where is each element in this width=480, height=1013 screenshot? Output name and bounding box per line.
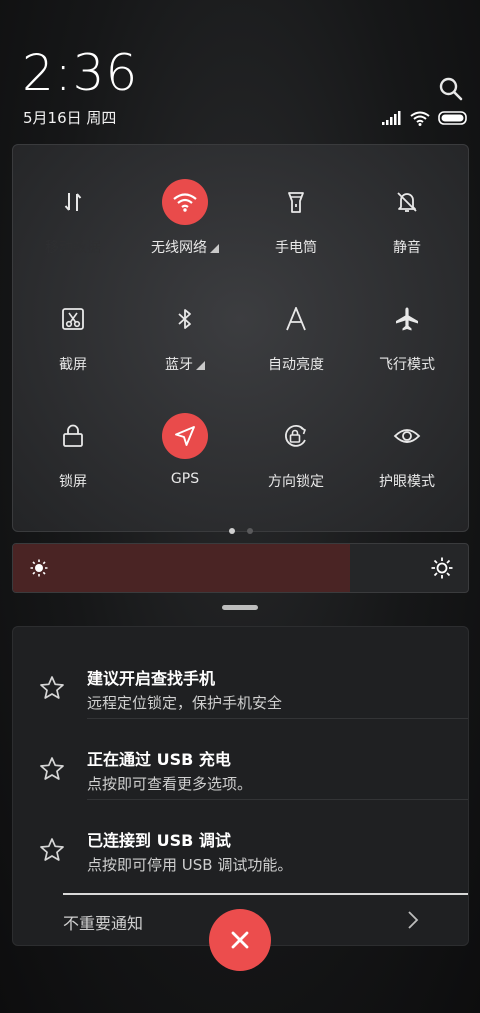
tile-label: 飞行模式 bbox=[379, 357, 435, 373]
wifi-icon bbox=[162, 179, 208, 225]
auto-brightness-icon bbox=[273, 296, 319, 342]
notification-title: 正在通过 USB 充电 bbox=[87, 750, 231, 769]
tile-wifi[interactable]: 无线网络 bbox=[130, 179, 240, 279]
page-dot bbox=[246, 528, 253, 534]
star-icon bbox=[40, 676, 64, 699]
notification-subtitle: 点按即可停用 USB 调试功能。 bbox=[87, 856, 293, 874]
signal-icon bbox=[382, 111, 401, 125]
flashlight-icon bbox=[273, 179, 319, 225]
notification-item[interactable]: 建议开启查找手机 远程定位锁定，保护手机安全 bbox=[13, 637, 468, 717]
tile-label: 自动亮度 bbox=[268, 357, 324, 373]
tile-rotation-lock[interactable]: 方向锁定 bbox=[241, 413, 351, 513]
screenshot-icon bbox=[50, 296, 96, 342]
close-icon bbox=[231, 931, 249, 949]
clock: 2:36 bbox=[22, 44, 139, 102]
search-button[interactable] bbox=[438, 76, 464, 102]
gps-icon bbox=[162, 413, 208, 459]
drag-handle[interactable] bbox=[222, 605, 258, 610]
brightness-low-icon bbox=[30, 559, 48, 577]
status-icons bbox=[382, 109, 468, 127]
notification-subtitle: 远程定位锁定，保护手机安全 bbox=[87, 694, 283, 712]
tile-label: 移动数据 bbox=[45, 240, 101, 256]
tile-label: GPS bbox=[170, 471, 200, 487]
tile-eye-care[interactable]: 护眼模式 bbox=[352, 413, 462, 513]
chevron-right-icon bbox=[408, 911, 419, 929]
lock-icon bbox=[50, 413, 96, 459]
notification-title: 建议开启查找手机 bbox=[87, 669, 216, 688]
date-label: 5月16日 周四 bbox=[23, 109, 117, 127]
star-icon bbox=[40, 838, 64, 861]
brightness-high-icon bbox=[431, 557, 453, 579]
brightness-fill bbox=[13, 544, 350, 592]
tile-label: 锁屏 bbox=[59, 474, 87, 490]
tile-gps[interactable]: GPS bbox=[130, 413, 240, 513]
rotation-lock-icon bbox=[273, 413, 319, 459]
tile-screenshot[interactable]: 截屏 bbox=[18, 296, 128, 396]
tile-label: 截屏 bbox=[59, 357, 87, 373]
page-indicator bbox=[13, 519, 468, 538]
tile-bluetooth[interactable]: 蓝牙 bbox=[130, 296, 240, 396]
star-icon bbox=[40, 757, 64, 780]
notification-title: 已连接到 USB 调试 bbox=[87, 831, 231, 850]
wifi-status-icon bbox=[410, 111, 430, 126]
footer-divider bbox=[63, 893, 468, 895]
tile-mobile-data[interactable]: 移动数据 bbox=[18, 179, 128, 279]
tile-lock-screen[interactable]: 锁屏 bbox=[18, 413, 128, 513]
notification-item[interactable]: 正在通过 USB 充电 点按即可查看更多选项。 bbox=[13, 718, 468, 798]
bluetooth-icon bbox=[162, 296, 208, 342]
tile-label: 静音 bbox=[393, 240, 421, 256]
airplane-icon bbox=[384, 296, 430, 342]
brightness-slider[interactable] bbox=[12, 543, 469, 593]
tile-label: 蓝牙 bbox=[165, 357, 193, 373]
notification-panel: 建议开启查找手机 远程定位锁定，保护手机安全 正在通过 USB 充电 点按即可查… bbox=[12, 626, 469, 946]
battery-icon bbox=[438, 111, 467, 125]
quick-settings-panel: 移动数据 无线网络 手电筒 静音 截屏 蓝牙 自动亮度 飞行模式 锁屏 GPS … bbox=[12, 144, 469, 534]
search-icon bbox=[439, 77, 463, 101]
notification-item[interactable]: 已连接到 USB 调试 点按即可停用 USB 调试功能。 bbox=[13, 799, 468, 879]
expand-triangle-icon bbox=[210, 244, 219, 253]
tile-flashlight[interactable]: 手电筒 bbox=[241, 179, 351, 279]
unimportant-notifications-link[interactable]: 不重要通知 bbox=[63, 910, 143, 934]
tile-airplane[interactable]: 飞行模式 bbox=[352, 296, 462, 396]
eye-icon bbox=[384, 413, 430, 459]
tile-label: 无线网络 bbox=[151, 240, 207, 256]
expand-triangle-icon bbox=[196, 361, 205, 370]
data-arrows-icon bbox=[50, 179, 96, 225]
tile-label: 手电筒 bbox=[275, 240, 317, 256]
clear-all-button[interactable] bbox=[209, 909, 271, 971]
tile-label: 护眼模式 bbox=[379, 474, 435, 490]
page-dot bbox=[228, 528, 235, 534]
notification-subtitle: 点按即可查看更多选项。 bbox=[87, 775, 253, 793]
tile-label: 方向锁定 bbox=[268, 474, 324, 490]
tile-mute[interactable]: 静音 bbox=[352, 179, 462, 279]
tile-auto-brightness[interactable]: 自动亮度 bbox=[241, 296, 351, 396]
bell-off-icon bbox=[384, 179, 430, 225]
